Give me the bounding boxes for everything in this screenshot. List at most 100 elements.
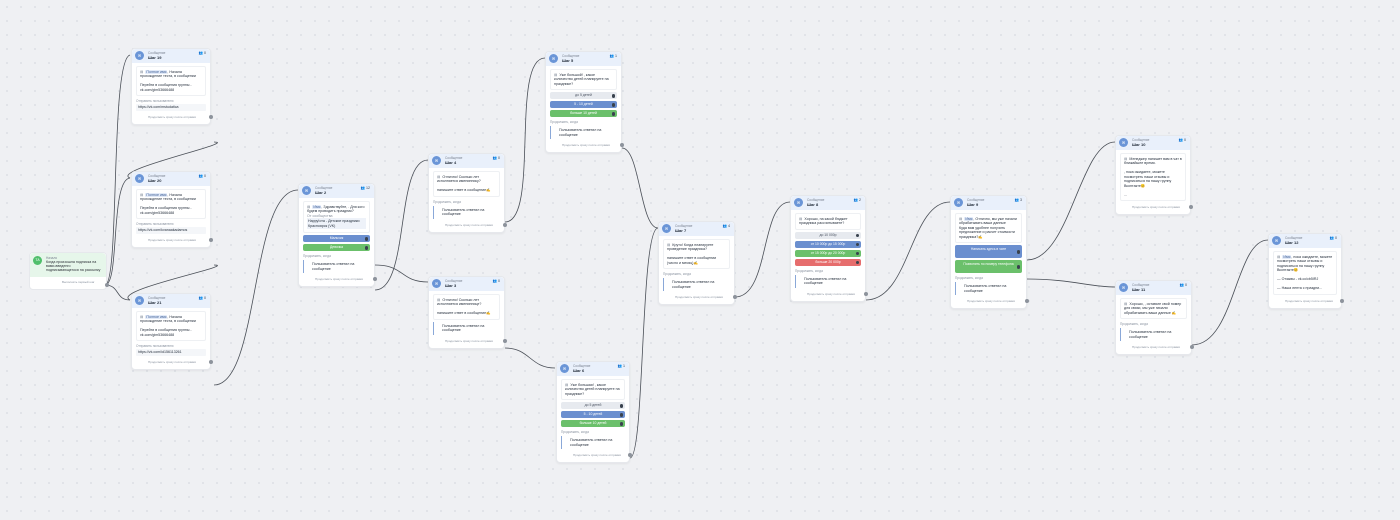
wait-condition[interactable]: Пользователь ответил на сообщение <box>433 321 500 335</box>
wait-condition[interactable]: Пользователь ответил на сообщение <box>955 282 1022 296</box>
node-footer: Продолжить сразу после отправки <box>1116 204 1193 214</box>
reply-button-1[interactable]: до 10 000р <box>795 231 861 239</box>
text-icon: ▤ <box>437 298 441 302</box>
output-port[interactable] <box>1340 298 1344 303</box>
wait-condition[interactable]: Пользователь ответил на сообщение <box>303 260 370 274</box>
message-bubble: ▤ Уже большая! , какое количество детей … <box>561 379 625 401</box>
node-footer: Продолжить сразу после отправки <box>951 298 1029 308</box>
field-label: Продолжить, когда <box>663 272 691 277</box>
step-20-node[interactable]: ✉ Сообщение Шаг 20 👥 0 ▤ Полное имя, Нач… <box>131 171 213 248</box>
subscribers-count: 👥 1 <box>617 364 625 368</box>
node-title: Шаг 8 <box>807 202 819 207</box>
reply-button-chat[interactable]: Написать здесь в чате <box>955 245 1022 259</box>
wait-condition[interactable]: Пользователь ответил на сообщение <box>1120 328 1187 342</box>
node-header: ✉ Сообщение Шаг 11 👥 0 <box>1116 281 1191 295</box>
node-title: Шаг 11 <box>1132 287 1146 292</box>
reply-button-1[interactable]: до 5 детей <box>561 402 625 410</box>
node-footer: Продолжить сразу после отправки <box>429 338 507 348</box>
step-10-node[interactable]: ✉ Сообщение Шаг 10 👥 0 ▤ Менеджер напише… <box>1115 135 1193 216</box>
reply-button-2[interactable]: от 10 000р до 15 000р <box>795 240 861 248</box>
wait-condition[interactable]: Пользователь ответил на сообщение <box>561 436 625 450</box>
start-node[interactable]: ТА Начало Когда произошла подписка на ва… <box>29 252 109 290</box>
message-icon: ✉ <box>549 54 558 63</box>
node-title: Шаг 3 <box>445 283 457 288</box>
subscribers-count: 👥 0 <box>1178 138 1186 142</box>
reply-button-3[interactable]: от 15 000р до 20 000р <box>795 249 861 257</box>
start-output-port[interactable] <box>105 283 109 287</box>
step-4-node[interactable]: ✉ Сообщение Шаг 4 👥 0 ▤ Отлично! Сколько… <box>428 153 507 233</box>
message-icon: ✉ <box>302 186 311 195</box>
reply-button-boy[interactable]: Мальчик <box>303 235 370 243</box>
node-title: Шаг 2 <box>315 190 327 195</box>
step-2-node[interactable]: ✉ Сообщение Шаг 2 👥 12 ▤ Имя, Здравствуй… <box>298 183 377 288</box>
reply-button-1[interactable]: до 5 детей <box>550 92 617 100</box>
message-icon: ✉ <box>135 296 144 305</box>
node-footer: Продолжить сразу после отправки <box>299 276 377 286</box>
node-header: ✉ Сообщение Шаг 3 👥 0 <box>429 277 504 291</box>
field-label: Продолжить, когда <box>433 199 461 204</box>
node-header: ✉ Сообщение Шаг 12 👥 0 <box>1269 234 1341 248</box>
message-bubble: ▤ Хорошо, на какой бюджет праздника расс… <box>795 213 861 230</box>
reply-button-girl[interactable]: Девочка <box>303 244 370 252</box>
reply-button-3[interactable]: больше 10 детей <box>561 420 625 428</box>
subscribers-count: 👥 0 <box>492 279 500 283</box>
step-3-node[interactable]: ✉ Сообщение Шаг 3 👥 0 ▤ Отлично! Сколько… <box>428 276 507 349</box>
text-icon: ▤ <box>959 217 963 221</box>
node-footer: Продолжить сразу после отправки <box>1269 298 1344 308</box>
text-icon: ▤ <box>667 243 671 247</box>
text-icon: ▤ <box>799 217 803 221</box>
node-header: ✉ Сообщение Шаг 9 👥 3 <box>951 196 1026 210</box>
reply-button-2[interactable]: 5 - 10 детей <box>550 101 617 109</box>
step-12-node[interactable]: ✉ Сообщение Шаг 12 👥 0 ▤ Имя, пока ожида… <box>1268 233 1344 309</box>
node-title: Шаг 20 <box>148 178 162 183</box>
message-bubble: ▤ Полное имя, Начала прохождение теста, … <box>136 311 206 342</box>
output-port[interactable] <box>503 222 507 227</box>
step-21-node[interactable]: ✉ Сообщение Шаг 21 👥 0 ▤ Полное имя, Нач… <box>131 293 213 370</box>
reply-button-3[interactable]: больше 10 детей <box>550 110 617 118</box>
from-label: От сообщества <box>307 213 333 218</box>
link-value[interactable]: https://vk.com/mstudatica <box>136 104 206 111</box>
node-header: ✉ Сообщение Шаг 10 👥 0 <box>1116 136 1190 150</box>
subscribers-count: 👥 3 <box>1014 198 1022 202</box>
step-6-node[interactable]: ✉ Сообщение Шаг 6 👥 1 ▤ Уже большая! , к… <box>556 361 632 464</box>
field-label: Отправить пользователю <box>136 99 174 104</box>
node-title: Шаг 9 <box>967 202 979 207</box>
output-port[interactable] <box>209 114 213 119</box>
step-9-node[interactable]: ✉ Сообщение Шаг 9 👥 3 ▤ Имя, Отлично, мы… <box>950 195 1029 310</box>
field-label: Отправить пользователю <box>136 344 174 349</box>
node-footer: Продолжить сразу после отправки <box>132 237 213 247</box>
reply-button-2[interactable]: 5 - 10 детей <box>561 411 625 419</box>
subscribers-count: 👥 0 <box>1329 236 1337 240</box>
field-label: Продолжить, когда <box>955 276 983 281</box>
subscribers-count: 👥 0 <box>198 174 206 178</box>
step-8-node[interactable]: ✉ Сообщение Шаг 8 👥 2 ▤ Хорошо, на какой… <box>790 195 868 302</box>
output-port[interactable] <box>503 338 507 343</box>
node-title: Шаг 21 <box>148 300 162 305</box>
wait-condition[interactable]: Пользователь ответил на сообщение <box>663 278 730 292</box>
wait-condition[interactable]: Пользователь ответил на сообщение <box>433 205 500 219</box>
step-11-node[interactable]: ✉ Сообщение Шаг 11 👥 0 ▤ Хорошо, , остав… <box>1115 280 1194 356</box>
output-port[interactable] <box>209 237 213 242</box>
node-header: ✉ Сообщение Шаг 5 👥 1 <box>546 52 621 66</box>
link-value[interactable]: https://vk.com/kvanaakadamos <box>136 227 206 234</box>
wait-condition[interactable]: Пользователь ответил на сообщение <box>550 126 617 140</box>
node-title: Шаг 6 <box>573 368 585 373</box>
step-19-node[interactable]: ✉ Сообщение Шаг 19 👥 0 ▤ Полное имя, Нач… <box>131 48 213 125</box>
step-5-node[interactable]: ✉ Сообщение Шаг 5 👥 1 ▤ Уже большой! , к… <box>545 51 624 154</box>
node-footer: Продолжить сразу после отправки <box>132 114 213 124</box>
node-footer: Продолжить сразу после отправки <box>132 359 213 369</box>
text-icon: ▤ <box>565 383 569 387</box>
output-port[interactable] <box>209 359 213 364</box>
node-header: ✉ Сообщение Шаг 6 👥 1 <box>557 362 629 376</box>
wait-condition[interactable]: Пользователь ответил на сообщение <box>795 274 861 288</box>
message-bubble: ▤ Имя, Отлично, мы уже начали обрабатыва… <box>955 213 1022 244</box>
text-icon: ▤ <box>1124 157 1128 161</box>
start-text: Когда произошла подписка на вами-введенг… <box>46 260 101 272</box>
node-title: Шаг 5 <box>562 58 574 63</box>
step-7-node[interactable]: ✉ Сообщение Шаг 7 👥 4 ▤ Круто! Когда пла… <box>658 221 737 306</box>
output-port[interactable] <box>864 291 868 296</box>
node-header: ✉ Сообщение Шаг 19 👥 0 <box>132 49 210 63</box>
link-value[interactable]: https://vk.com/id156113261 <box>136 349 206 356</box>
reply-button-phone[interactable]: Позвонить по номеру телефона <box>955 260 1022 274</box>
reply-button-4[interactable]: больше 20 000р <box>795 258 861 266</box>
